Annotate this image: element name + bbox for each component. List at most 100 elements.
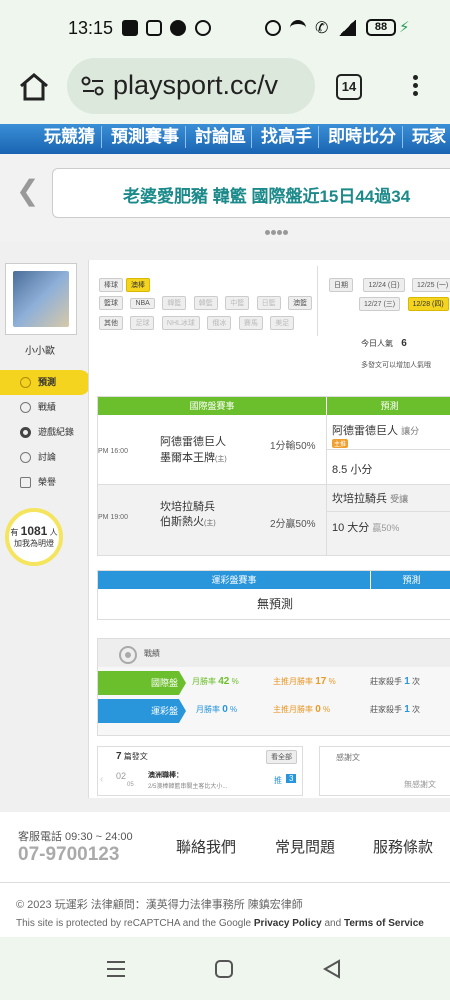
banner-text: 老婆愛肥豬 韓籃 國際盤近15日44過34 <box>123 187 411 206</box>
call-icon: ✆ <box>315 20 329 37</box>
captcha-notice: This site is protected by reCAPTCHA and … <box>16 918 424 929</box>
sidebar: 小小歐 預測 戰績 遊戲紀錄 討論 榮譽 有 1081 人 加我為明燈 <box>0 260 90 810</box>
service-phone[interactable]: 07-9700123 <box>18 844 119 866</box>
youtube-icon <box>122 20 138 36</box>
nav-predict[interactable]: 預測賽事 <box>111 124 179 147</box>
tag-kor-bb-2[interactable]: 韓籃 <box>193 296 218 310</box>
battery-icon: 88 <box>366 19 396 36</box>
posts-count: 7 <box>116 751 122 762</box>
nav-forum[interactable]: 討論區 <box>195 124 246 147</box>
sidebar-item-honor[interactable]: 榮譽 <box>0 470 90 495</box>
home-icon[interactable] <box>18 72 50 102</box>
tag-soccer[interactable]: 足球 <box>130 316 155 330</box>
tag-nba[interactable]: NBA <box>130 298 155 309</box>
service-hours: 客服電話 09:30 ~ 24:00 <box>18 831 133 843</box>
banner-card[interactable]: 老婆愛肥豬 韓籃 國際盤近15日44過34 <box>52 168 450 218</box>
tag-ru-hockey[interactable]: 俄冰 <box>207 316 232 330</box>
browser-menu-icon[interactable] <box>408 72 422 104</box>
view-all-button[interactable]: 看全部 <box>266 750 297 764</box>
target-icon <box>20 377 31 388</box>
chat-icon <box>20 402 31 413</box>
nav-player[interactable]: 玩家 <box>412 124 446 147</box>
site-settings-icon[interactable] <box>81 75 105 97</box>
posts-panel: 7 篇發文 看全部 ‹ 02 05 澳洲職棒： 2/5澳棒韓籃串關主客比大小..… <box>97 746 303 796</box>
table-row[interactable]: PM 16:00 阿德雷德巨人 墨爾本王牌(主) 1分輸50% 阿德雷德巨人 讓… <box>98 415 450 485</box>
fans-note: 加我為明燈 <box>14 539 54 548</box>
lottery-table: 運彩盤賽事 預測 無預測 <box>97 570 450 620</box>
chat-app-icon <box>195 20 211 36</box>
nav-find-expert[interactable]: 找高手 <box>261 124 312 147</box>
thanks-empty: 無感謝文 <box>404 780 436 789</box>
date-row-1: 日期 12/24 (日) 12/25 (一) <box>329 274 450 292</box>
main-area: 小小歐 預測 戰績 遊戲紀錄 討論 榮譽 有 1081 人 加我為明燈 棒球 澳棒… <box>0 242 450 812</box>
record-panel: 戰績 國際盤 月勝率 42 % 主推月勝率 17 % 莊家殺手 1 次 運彩盤 … <box>97 638 450 736</box>
date-1225[interactable]: 12/25 (一) <box>412 278 450 292</box>
content-panel: 棒球 澳棒 籃球 NBA 韓籃 韓籃 中籃 日籃 澳籃 其他 足球 NHL冰球 俄… <box>88 260 450 798</box>
nav-guess[interactable]: 玩競猜 <box>44 124 95 147</box>
record-icon <box>20 427 31 438</box>
date-row-2: 12/27 (三) 12/28 (四) <box>359 293 450 311</box>
popularity-note: 多發文可以增加人氣哦 <box>361 362 431 369</box>
tag-au-baseball[interactable]: 澳棒 <box>126 278 150 292</box>
alarm-icon <box>265 20 281 36</box>
url-bar[interactable]: playsport.cc/v <box>67 58 315 114</box>
nav-live-score[interactable]: 即時比分 <box>328 124 396 147</box>
sidebar-item-game-log[interactable]: 遊戲紀錄 <box>0 420 90 445</box>
footer: 客服電話 09:30 ~ 24:00 07-9700123 聯絡我們 常見問題 … <box>0 812 450 937</box>
push-count: 3 <box>286 774 297 783</box>
lottery-empty: 無預測 <box>256 597 293 611</box>
intl-head-games: 國際盤賽事 <box>98 397 326 415</box>
date-1228[interactable]: 12/28 (四) <box>407 297 449 311</box>
sidebar-item-record[interactable]: 戰績 <box>0 395 90 420</box>
carousel-dots <box>265 222 289 240</box>
terms-of-service-link[interactable]: Terms of Service <box>344 918 424 929</box>
intl-head-predict: 預測 <box>327 397 450 415</box>
sidebar-item-predict[interactable]: 預測 <box>0 370 90 395</box>
privacy-link[interactable]: Privacy Policy <box>254 918 322 929</box>
app-icon <box>146 20 162 36</box>
avatar-frame <box>5 263 77 335</box>
home-nav-icon[interactable] <box>214 959 234 979</box>
banner-area: ❮ 老婆愛肥豬 韓籃 國際盤近15日44過34 <box>0 154 450 242</box>
tag-jp-bb[interactable]: 日籃 <box>256 296 281 310</box>
recent-apps-icon[interactable] <box>106 959 126 979</box>
tab-switcher-button[interactable]: 14 <box>336 74 362 100</box>
username: 小小歐 <box>25 346 55 357</box>
tag-nhl[interactable]: NHL冰球 <box>161 316 200 330</box>
main-pick-badge: 主推 <box>332 439 349 448</box>
popularity: 今日人氣 6 <box>361 338 407 349</box>
table-row[interactable]: PM 19:00 坎培拉騎兵 伯斯熱火(主) 2分贏50% 坎培拉騎兵 受讓 1… <box>98 485 450 555</box>
tag-au-bb[interactable]: 澳籃 <box>288 296 313 310</box>
signal-icon <box>338 20 356 36</box>
tag-nfl[interactable]: 美足 <box>270 316 295 330</box>
parking-app-icon <box>170 20 186 36</box>
side-menu: 預測 戰績 遊戲紀錄 討論 榮譽 <box>0 370 90 495</box>
tag-kor-bb[interactable]: 韓籃 <box>162 296 187 310</box>
post-author[interactable]: 澳洲職棒： <box>148 770 183 780</box>
lottery-head-predict: 預測 <box>371 571 450 589</box>
tag-horse[interactable]: 賽馬 <box>238 316 263 330</box>
contact-link[interactable]: 聯絡我們 <box>176 836 236 857</box>
chevron-left-icon[interactable]: ❮ <box>16 174 39 207</box>
faq-link[interactable]: 常見問題 <box>275 836 335 857</box>
intl-table: 國際盤賽事 預測 PM 16:00 阿德雷德巨人 墨爾本王牌(主) 1分輸50%… <box>97 396 450 556</box>
wifi-icon <box>290 20 306 36</box>
target-icon <box>119 646 137 664</box>
other-filter-row: 其他 足球 NHL冰球 俄冰 賽馬 美足 <box>99 312 297 330</box>
record-title: 戰績 <box>144 649 160 658</box>
fans-count: 1081 <box>20 524 48 538</box>
status-bar: 13:15 ✆ 88 ⚡ <box>0 0 450 54</box>
tag-cn-bb[interactable]: 中籃 <box>225 296 250 310</box>
avatar[interactable] <box>13 271 69 327</box>
post-snippet[interactable]: 2/5澳棒韓籃串關主客比大小... <box>148 781 258 790</box>
back-nav-icon[interactable] <box>322 959 342 979</box>
basketball-filter-row: 籃球 NBA 韓籃 韓籃 中籃 日籃 澳籃 <box>99 292 315 310</box>
date-1227[interactable]: 12/27 (三) <box>359 297 401 311</box>
url-text[interactable]: playsport.cc/v <box>113 70 313 101</box>
terms-link[interactable]: 服務條款 <box>373 836 433 857</box>
chevron-left-icon[interactable]: ‹ <box>100 774 103 785</box>
sidebar-item-discussion[interactable]: 討論 <box>0 445 90 470</box>
date-1224[interactable]: 12/24 (日) <box>363 278 405 292</box>
charging-icon: ⚡ <box>399 19 410 36</box>
fans-badge[interactable]: 有 1081 人 加我為明燈 <box>5 508 63 566</box>
